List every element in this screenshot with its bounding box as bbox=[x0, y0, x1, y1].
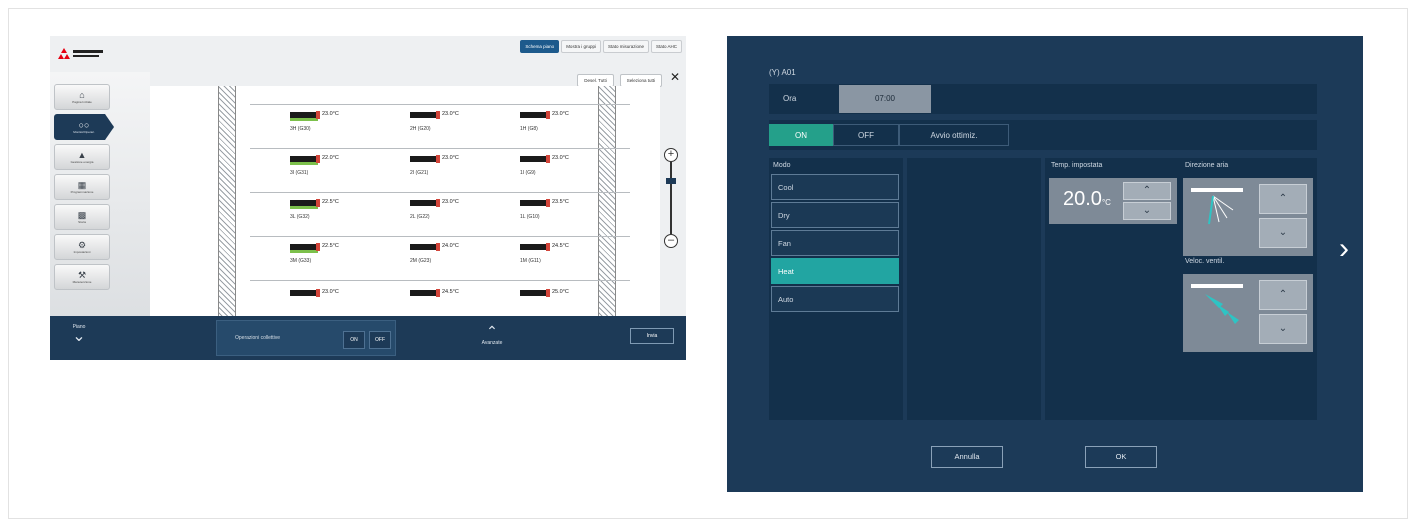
chevron-down-icon: ⌄ bbox=[72, 328, 86, 345]
empty-panel bbox=[907, 158, 1041, 420]
energy-icon: ▲ bbox=[77, 149, 87, 160]
close-icon[interactable]: ✕ bbox=[670, 70, 680, 84]
unit-3l[interactable]: 22.5°C 3L (G32) bbox=[290, 199, 350, 226]
temp-down-button[interactable]: ⌄ bbox=[1123, 202, 1171, 220]
settings-panel: Temp. impostata 20.0°C ⌃ ⌄ Direzione ari… bbox=[1045, 158, 1317, 420]
send-button[interactable]: Invia bbox=[630, 328, 674, 344]
unit-1i[interactable]: 23.0°C 1I (G9) bbox=[520, 155, 580, 182]
mode-auto[interactable]: Auto bbox=[771, 286, 899, 312]
settings-icon: ⚙ bbox=[77, 239, 87, 250]
optimized-start-button[interactable]: Avvio ottimiz. bbox=[899, 124, 1009, 146]
sidebar-item-schedule[interactable]: ▦ Programmazione bbox=[54, 174, 110, 200]
tab-measurement[interactable]: Stato misurazione bbox=[602, 40, 649, 53]
on-button[interactable]: ON bbox=[769, 124, 833, 146]
sidebar-item-energy[interactable]: ▲ Gestione energia bbox=[54, 144, 110, 170]
time-row: Ora 07:00 bbox=[769, 84, 1317, 114]
view-tabs: Schema piano Mostra i gruppi Stato misur… bbox=[520, 40, 682, 53]
home-icon: ⌂ bbox=[79, 89, 85, 100]
history-icon: ▩ bbox=[77, 209, 87, 220]
maintenance-icon: ⚒ bbox=[77, 269, 87, 280]
tab-floor-plan[interactable]: Schema piano bbox=[520, 40, 560, 53]
zoom-track[interactable] bbox=[670, 162, 672, 234]
unit-1m[interactable]: 24.5°C 1M (G11) bbox=[520, 243, 580, 270]
direction-down-button[interactable]: ⌄ bbox=[1259, 218, 1307, 248]
fan-down-button[interactable]: ⌄ bbox=[1259, 314, 1307, 344]
power-row: ON OFF Avvio ottimiz. bbox=[769, 120, 1317, 150]
sidebar-item-history[interactable]: ▩ Storia bbox=[54, 204, 110, 230]
off-button[interactable]: OFF bbox=[833, 124, 899, 146]
unit-1h[interactable]: 23.0°C 1H (G8) bbox=[520, 111, 580, 138]
mode-fan[interactable]: Fan bbox=[771, 230, 899, 256]
unit-1l[interactable]: 23.5°C 1L (G10) bbox=[520, 199, 580, 226]
fan-speed-control: ⌃ ⌄ bbox=[1183, 274, 1313, 352]
ok-button[interactable]: OK bbox=[1085, 446, 1157, 468]
zoom-handle[interactable] bbox=[666, 178, 676, 184]
collective-operations: Operazioni collettive ON OFF bbox=[216, 320, 396, 356]
floor-button[interactable]: Piano ⌄ bbox=[64, 324, 94, 352]
temp-up-button[interactable]: ⌃ bbox=[1123, 182, 1171, 200]
mode-dry[interactable]: Dry bbox=[771, 202, 899, 228]
mitsubishi-logo bbox=[58, 48, 103, 59]
unit-row5-a[interactable]: 23.0°C bbox=[290, 289, 350, 316]
unit-2l[interactable]: 23.0°C 2L (G22) bbox=[410, 199, 470, 226]
unit-title: (Y) A01 bbox=[769, 68, 796, 77]
unit-3m[interactable]: 22.5°C 3M (G33) bbox=[290, 243, 350, 270]
mode-heat[interactable]: Heat bbox=[771, 258, 899, 284]
time-field[interactable]: 07:00 bbox=[839, 85, 931, 113]
collective-off-button[interactable]: OFF bbox=[369, 331, 391, 349]
zoom-in-icon[interactable]: + bbox=[664, 148, 678, 162]
wall-right bbox=[598, 86, 616, 352]
sidebar-item-settings[interactable]: ⚙ Impostazioni bbox=[54, 234, 110, 260]
zoom-control[interactable]: + – bbox=[664, 148, 678, 248]
bottom-bar: Piano ⌄ Operazioni collettive ON OFF ⌃ A… bbox=[50, 316, 686, 360]
wall-left bbox=[218, 86, 236, 352]
mode-panel: Modo Cool Dry Fan Heat Auto bbox=[769, 158, 903, 420]
air-direction-control: ⌃ ⌄ bbox=[1183, 178, 1313, 256]
unit-row5-c[interactable]: 25.0°C bbox=[520, 289, 580, 316]
cancel-button[interactable]: Annulla bbox=[931, 446, 1003, 468]
fan-speed-icon bbox=[1191, 284, 1243, 324]
sidebar-item-monitor[interactable]: ○○ Monitor/Operaz. bbox=[54, 114, 114, 140]
unit-row5-b[interactable]: 24.5°C bbox=[410, 289, 470, 316]
tab-groups[interactable]: Mostra i gruppi bbox=[561, 40, 601, 53]
unit-2h[interactable]: 23.0°C 2H (G20) bbox=[410, 111, 470, 138]
advanced-button[interactable]: ⌃ Avanzate bbox=[470, 322, 514, 356]
unit-2m[interactable]: 24.0°C 2M (G23) bbox=[410, 243, 470, 270]
sidebar-item-home[interactable]: ⌂ Pagina Iniziale bbox=[54, 84, 110, 110]
sidebar-item-maintenance[interactable]: ⚒ Manutenzione bbox=[54, 264, 110, 290]
sidebar: ⌂ Pagina Iniziale ○○ Monitor/Operaz. ▲ G… bbox=[50, 72, 150, 352]
temperature-value: 20.0 bbox=[1063, 188, 1102, 210]
direction-up-button[interactable]: ⌃ bbox=[1259, 184, 1307, 214]
floor-plan-screen: Schema piano Mostra i gruppi Stato misur… bbox=[50, 36, 686, 360]
unit-2i[interactable]: 23.0°C 2I (G21) bbox=[410, 155, 470, 182]
unit-3i[interactable]: 22.0°C 3I (G31) bbox=[290, 155, 350, 182]
chevron-right-icon[interactable]: › bbox=[1339, 232, 1349, 266]
unit-control-screen: (Y) A01 Ora 07:00 ON OFF Avvio ottimiz. … bbox=[727, 36, 1363, 492]
tab-ahc[interactable]: Stato AHC bbox=[650, 40, 682, 53]
collective-on-button[interactable]: ON bbox=[343, 331, 365, 349]
air-direction-icon bbox=[1191, 188, 1243, 225]
schedule-icon: ▦ bbox=[77, 179, 87, 190]
fan-up-button[interactable]: ⌃ bbox=[1259, 280, 1307, 310]
chevron-up-icon: ⌃ bbox=[486, 323, 498, 339]
temperature-setter: 20.0°C ⌃ ⌄ bbox=[1049, 178, 1177, 224]
monitor-icon: ○○ bbox=[78, 119, 90, 130]
unit-3h[interactable]: 23.0°C 3H (G30) bbox=[290, 111, 350, 138]
zoom-out-icon[interactable]: – bbox=[664, 234, 678, 248]
floor-plan: 23.0°C 3H (G30) 23.0°C 2H (G20) 23.0°C 1… bbox=[150, 86, 660, 352]
mode-cool[interactable]: Cool bbox=[771, 174, 899, 200]
